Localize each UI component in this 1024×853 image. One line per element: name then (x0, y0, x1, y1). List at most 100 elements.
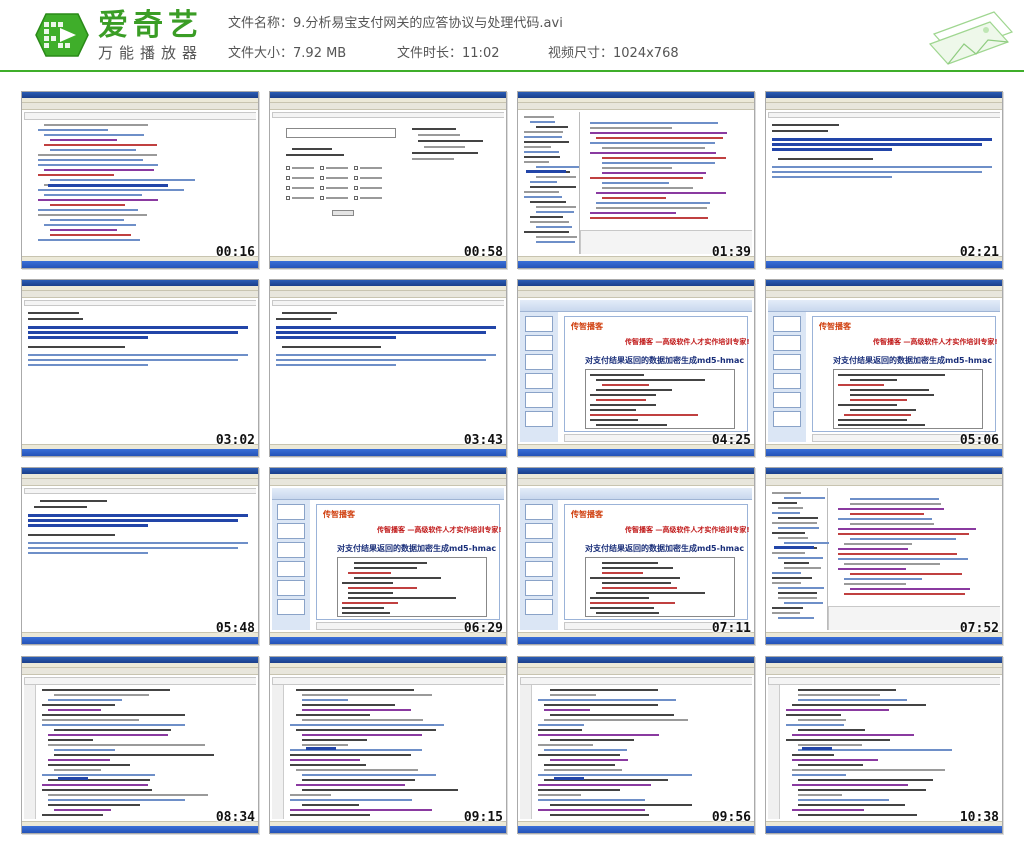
url-line (28, 514, 248, 517)
text-line (302, 744, 348, 746)
text-line (778, 597, 817, 599)
ppt-ribbon (768, 300, 1000, 312)
thumbnail-timestamp: 09:15 (463, 810, 503, 825)
bank-radio (320, 186, 324, 190)
text-line (798, 689, 897, 691)
bank-label (326, 187, 348, 189)
text-line (798, 699, 908, 701)
text-line (784, 542, 829, 544)
video-thumbnail[interactable]: 00:16 (21, 91, 259, 269)
window-toolbar (22, 668, 258, 675)
text-line (602, 162, 715, 164)
thumbnail-timestamp: 02:21 (959, 245, 999, 260)
text-line (838, 384, 884, 386)
video-thumbnail[interactable]: 02:21 (765, 91, 1003, 269)
text-line (538, 729, 582, 731)
bank-radio (354, 166, 358, 170)
video-thumbnail[interactable]: 09:56 (517, 656, 755, 834)
text-line (590, 404, 656, 406)
video-thumbnail[interactable]: 07:52 (765, 467, 1003, 645)
slide-logo: 传智播客 (571, 322, 603, 331)
text-line (42, 714, 185, 716)
text-line (602, 572, 644, 574)
text-line (784, 562, 810, 564)
thumbnail-timestamp: 04:25 (711, 433, 751, 448)
taskbar (22, 449, 258, 456)
video-thumbnail[interactable]: 传智播客 —高级软件人才实作培训专家! 传智播客 对支付结果返回的数据加密生成md5… (517, 467, 755, 645)
text-line (590, 374, 644, 376)
text-line (786, 714, 842, 716)
video-thumbnail[interactable]: 09:15 (269, 656, 507, 834)
window-toolbar (766, 668, 1002, 675)
thumbnail-grid: 00:16 00:58 01:39 02:21 03:02 03:43 传智播客 —高级软件… (0, 0, 1024, 853)
url-line (772, 176, 892, 178)
text-line (550, 759, 629, 761)
video-thumbnail[interactable]: 10:38 (765, 656, 1003, 834)
text-line (602, 167, 673, 169)
video-thumbnail[interactable]: 传智播客 —高级软件人才实作培训专家! 传智播客 对支付结果返回的数据加密生成md5… (765, 279, 1003, 457)
window-content (768, 488, 1000, 630)
text-line (772, 492, 802, 494)
video-thumbnail[interactable]: 传智播客 —高级软件人才实作培训专家! 传智播客 对支付结果返回的数据加密生成md5… (517, 279, 755, 457)
slide-thumbnail (525, 354, 553, 370)
text-line (302, 694, 433, 696)
bank-label (292, 167, 314, 169)
tree-selection (774, 546, 814, 549)
text-line (538, 774, 693, 776)
text-line (38, 174, 114, 176)
thumbnail-timestamp: 07:52 (959, 621, 999, 636)
text-line (50, 234, 132, 236)
text-line (838, 533, 970, 535)
window-toolbar (22, 291, 258, 298)
video-thumbnail[interactable]: 03:02 (21, 279, 259, 457)
text-line (590, 409, 636, 411)
text-line (838, 518, 932, 520)
text-line (590, 414, 698, 416)
video-thumbnail[interactable]: 08:34 (21, 656, 259, 834)
text-line (42, 784, 148, 786)
address-bar (272, 112, 504, 118)
text-line (354, 562, 427, 564)
text-line (772, 582, 802, 584)
text-line (538, 724, 584, 726)
text-line (544, 709, 591, 711)
text-line (34, 506, 88, 508)
taskbar (22, 637, 258, 644)
taskbar (518, 449, 754, 456)
text-line (44, 224, 136, 226)
slide-logo: 传智播客 (819, 322, 851, 331)
text-line (798, 794, 842, 796)
text-line (524, 151, 559, 153)
text-line (536, 126, 569, 128)
text-line (538, 799, 645, 801)
text-line (290, 764, 367, 766)
text-line (536, 211, 575, 213)
text-line (296, 769, 419, 771)
editor-tab (768, 677, 1000, 685)
bank-label (292, 187, 314, 189)
slide-logo: 传智播客 (571, 510, 603, 519)
text-line (550, 814, 650, 816)
text-line (798, 799, 890, 801)
text-line (798, 764, 863, 766)
taskbar (518, 261, 754, 268)
text-line (538, 699, 676, 701)
video-thumbnail[interactable]: 03:43 (269, 279, 507, 457)
video-thumbnail[interactable]: 01:39 (517, 91, 755, 269)
thumbnail-timestamp: 05:48 (215, 621, 255, 636)
text-line (792, 809, 864, 811)
slide-banner: 传智播客 —高级软件人才实作培训专家! (625, 526, 750, 534)
video-thumbnail[interactable]: 05:48 (21, 467, 259, 645)
video-thumbnail[interactable]: 传智播客 —高级软件人才实作培训专家! 传智播客 对支付结果返回的数据加密生成md5… (269, 467, 507, 645)
video-thumbnail[interactable]: 00:58 (269, 91, 507, 269)
slide-thumbnail (277, 523, 305, 539)
editor-tab (24, 677, 256, 685)
text-line (838, 419, 908, 421)
text-line (838, 508, 944, 510)
text-line (850, 513, 924, 515)
text-line (602, 147, 705, 149)
url-line (772, 166, 992, 168)
text-line (792, 754, 835, 756)
bank-label (326, 177, 348, 179)
url-line (28, 552, 148, 554)
